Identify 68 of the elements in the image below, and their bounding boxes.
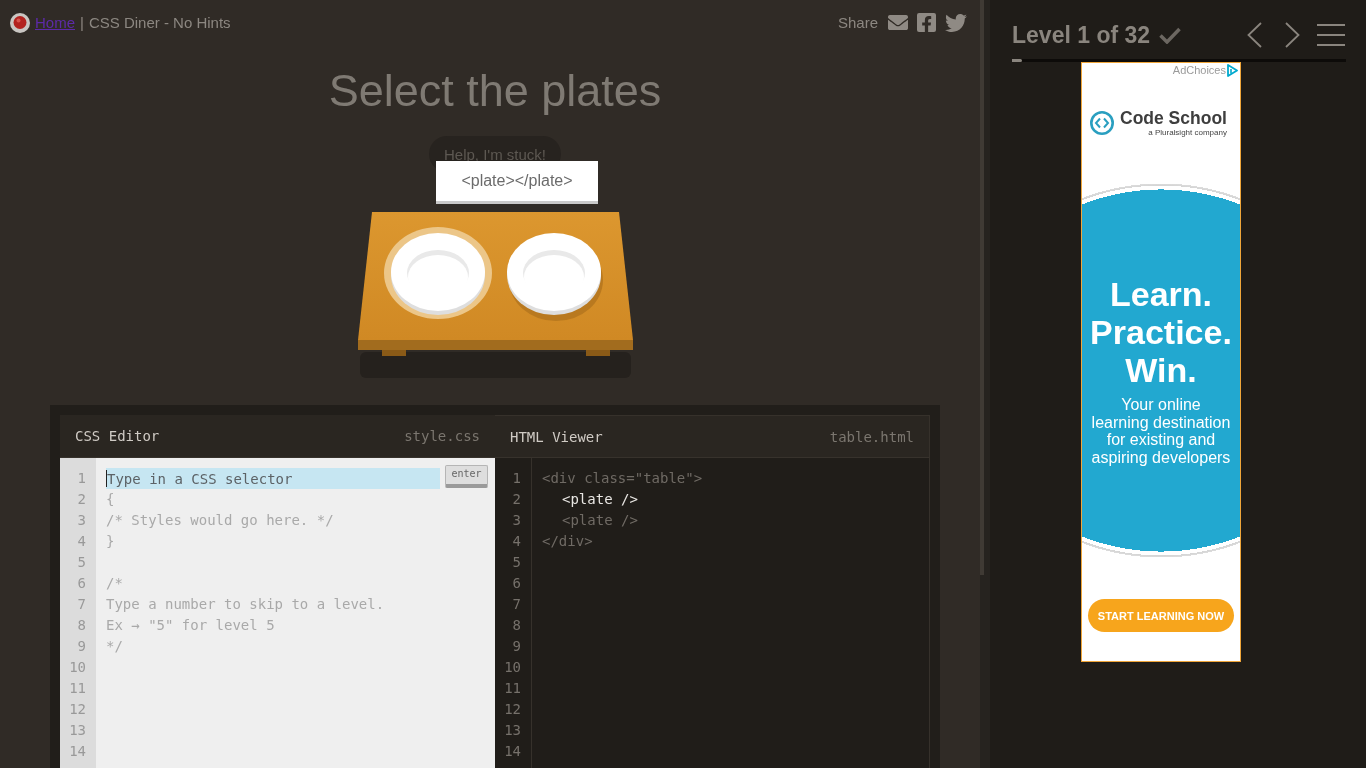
code-line: /* bbox=[106, 574, 123, 593]
menu-icon[interactable] bbox=[1317, 24, 1345, 46]
code-line: Ex → "5" for level 5 bbox=[106, 616, 275, 635]
line-number: 13 bbox=[69, 721, 86, 740]
line-number: 9 bbox=[512, 637, 521, 656]
line-number: 4 bbox=[77, 532, 86, 551]
ad-headline: Learn. Practice. Win. bbox=[1090, 275, 1232, 389]
brand-name: Code School bbox=[1120, 108, 1227, 128]
file-name: table.html bbox=[829, 428, 914, 445]
line-number: 3 bbox=[512, 511, 521, 530]
line-number: 9 bbox=[77, 637, 86, 656]
line-number: 4 bbox=[512, 532, 521, 551]
title-separator: | bbox=[80, 14, 84, 31]
ad-description: Your online learning destination for existing and aspiring developers bbox=[1091, 396, 1231, 467]
line-number: 11 bbox=[69, 679, 86, 698]
markup-tooltip: <plate></plate> bbox=[436, 161, 598, 204]
line-number: 2 bbox=[77, 490, 86, 509]
code-line: </div> bbox=[542, 532, 593, 551]
code-line: <div class="table"> bbox=[542, 469, 703, 488]
site-title: CSS Diner - No Hints bbox=[88, 14, 231, 31]
enter-button[interactable]: enter bbox=[445, 465, 488, 488]
line-number: 13 bbox=[504, 721, 521, 740]
line-number: 14 bbox=[69, 742, 86, 761]
file-name: style.css bbox=[404, 428, 480, 444]
line-number: 7 bbox=[77, 595, 86, 614]
line-number: 1 bbox=[77, 469, 86, 488]
code-line: } bbox=[106, 532, 115, 551]
line-number: 3 bbox=[77, 511, 86, 530]
line-number: 10 bbox=[504, 658, 521, 677]
line-number: 5 bbox=[512, 553, 521, 572]
code-line: */ bbox=[106, 637, 123, 656]
line-number: 6 bbox=[77, 574, 86, 593]
twitter-icon[interactable] bbox=[945, 13, 967, 32]
brand-tagline: a Pluralsight company bbox=[1148, 128, 1227, 137]
line-number: 8 bbox=[77, 616, 86, 635]
code-line: /* Styles would go here. */ bbox=[106, 511, 334, 530]
line-number: 11 bbox=[504, 679, 521, 698]
code-line: Type a number to skip to a level. bbox=[106, 595, 385, 614]
start-learning-button[interactable]: START LEARNING NOW bbox=[1088, 599, 1234, 632]
share-label: Share bbox=[837, 14, 878, 31]
triangle-icon[interactable] bbox=[1227, 64, 1238, 77]
line-number: 10 bbox=[69, 658, 86, 677]
line-number: 2 bbox=[512, 490, 521, 509]
text-cursor-icon bbox=[106, 470, 107, 487]
level-indicator: Level 1 of 32 bbox=[1012, 21, 1151, 49]
logo-icon bbox=[10, 12, 30, 33]
home-link[interactable]: Home bbox=[35, 14, 75, 31]
line-number: 1 bbox=[512, 469, 521, 488]
code-line: { bbox=[106, 490, 115, 509]
facebook-icon[interactable] bbox=[917, 13, 936, 32]
code-line: <plate /> bbox=[562, 490, 638, 509]
line-number: 12 bbox=[504, 700, 521, 719]
line-number: 12 bbox=[69, 700, 86, 719]
selector-input[interactable]: Type in a CSS selector bbox=[106, 468, 440, 489]
chevron-right-icon[interactable] bbox=[1285, 22, 1300, 48]
line-number: 6 bbox=[512, 574, 521, 593]
code-line: <plate /> bbox=[562, 511, 638, 530]
chevron-left-icon[interactable] bbox=[1247, 22, 1262, 48]
envelope-icon[interactable] bbox=[888, 15, 908, 30]
panel-title: HTML Viewer bbox=[510, 428, 603, 445]
line-number: 8 bbox=[512, 616, 521, 635]
code-logo-icon bbox=[1090, 110, 1114, 135]
panel-title: CSS Editor bbox=[75, 428, 160, 444]
level-instruction: Select the plates bbox=[328, 64, 662, 118]
line-number: 14 bbox=[504, 742, 521, 761]
adchoices-label[interactable]: AdChoices bbox=[1172, 64, 1226, 77]
line-number: 5 bbox=[77, 553, 86, 572]
line-number: 7 bbox=[512, 595, 521, 614]
